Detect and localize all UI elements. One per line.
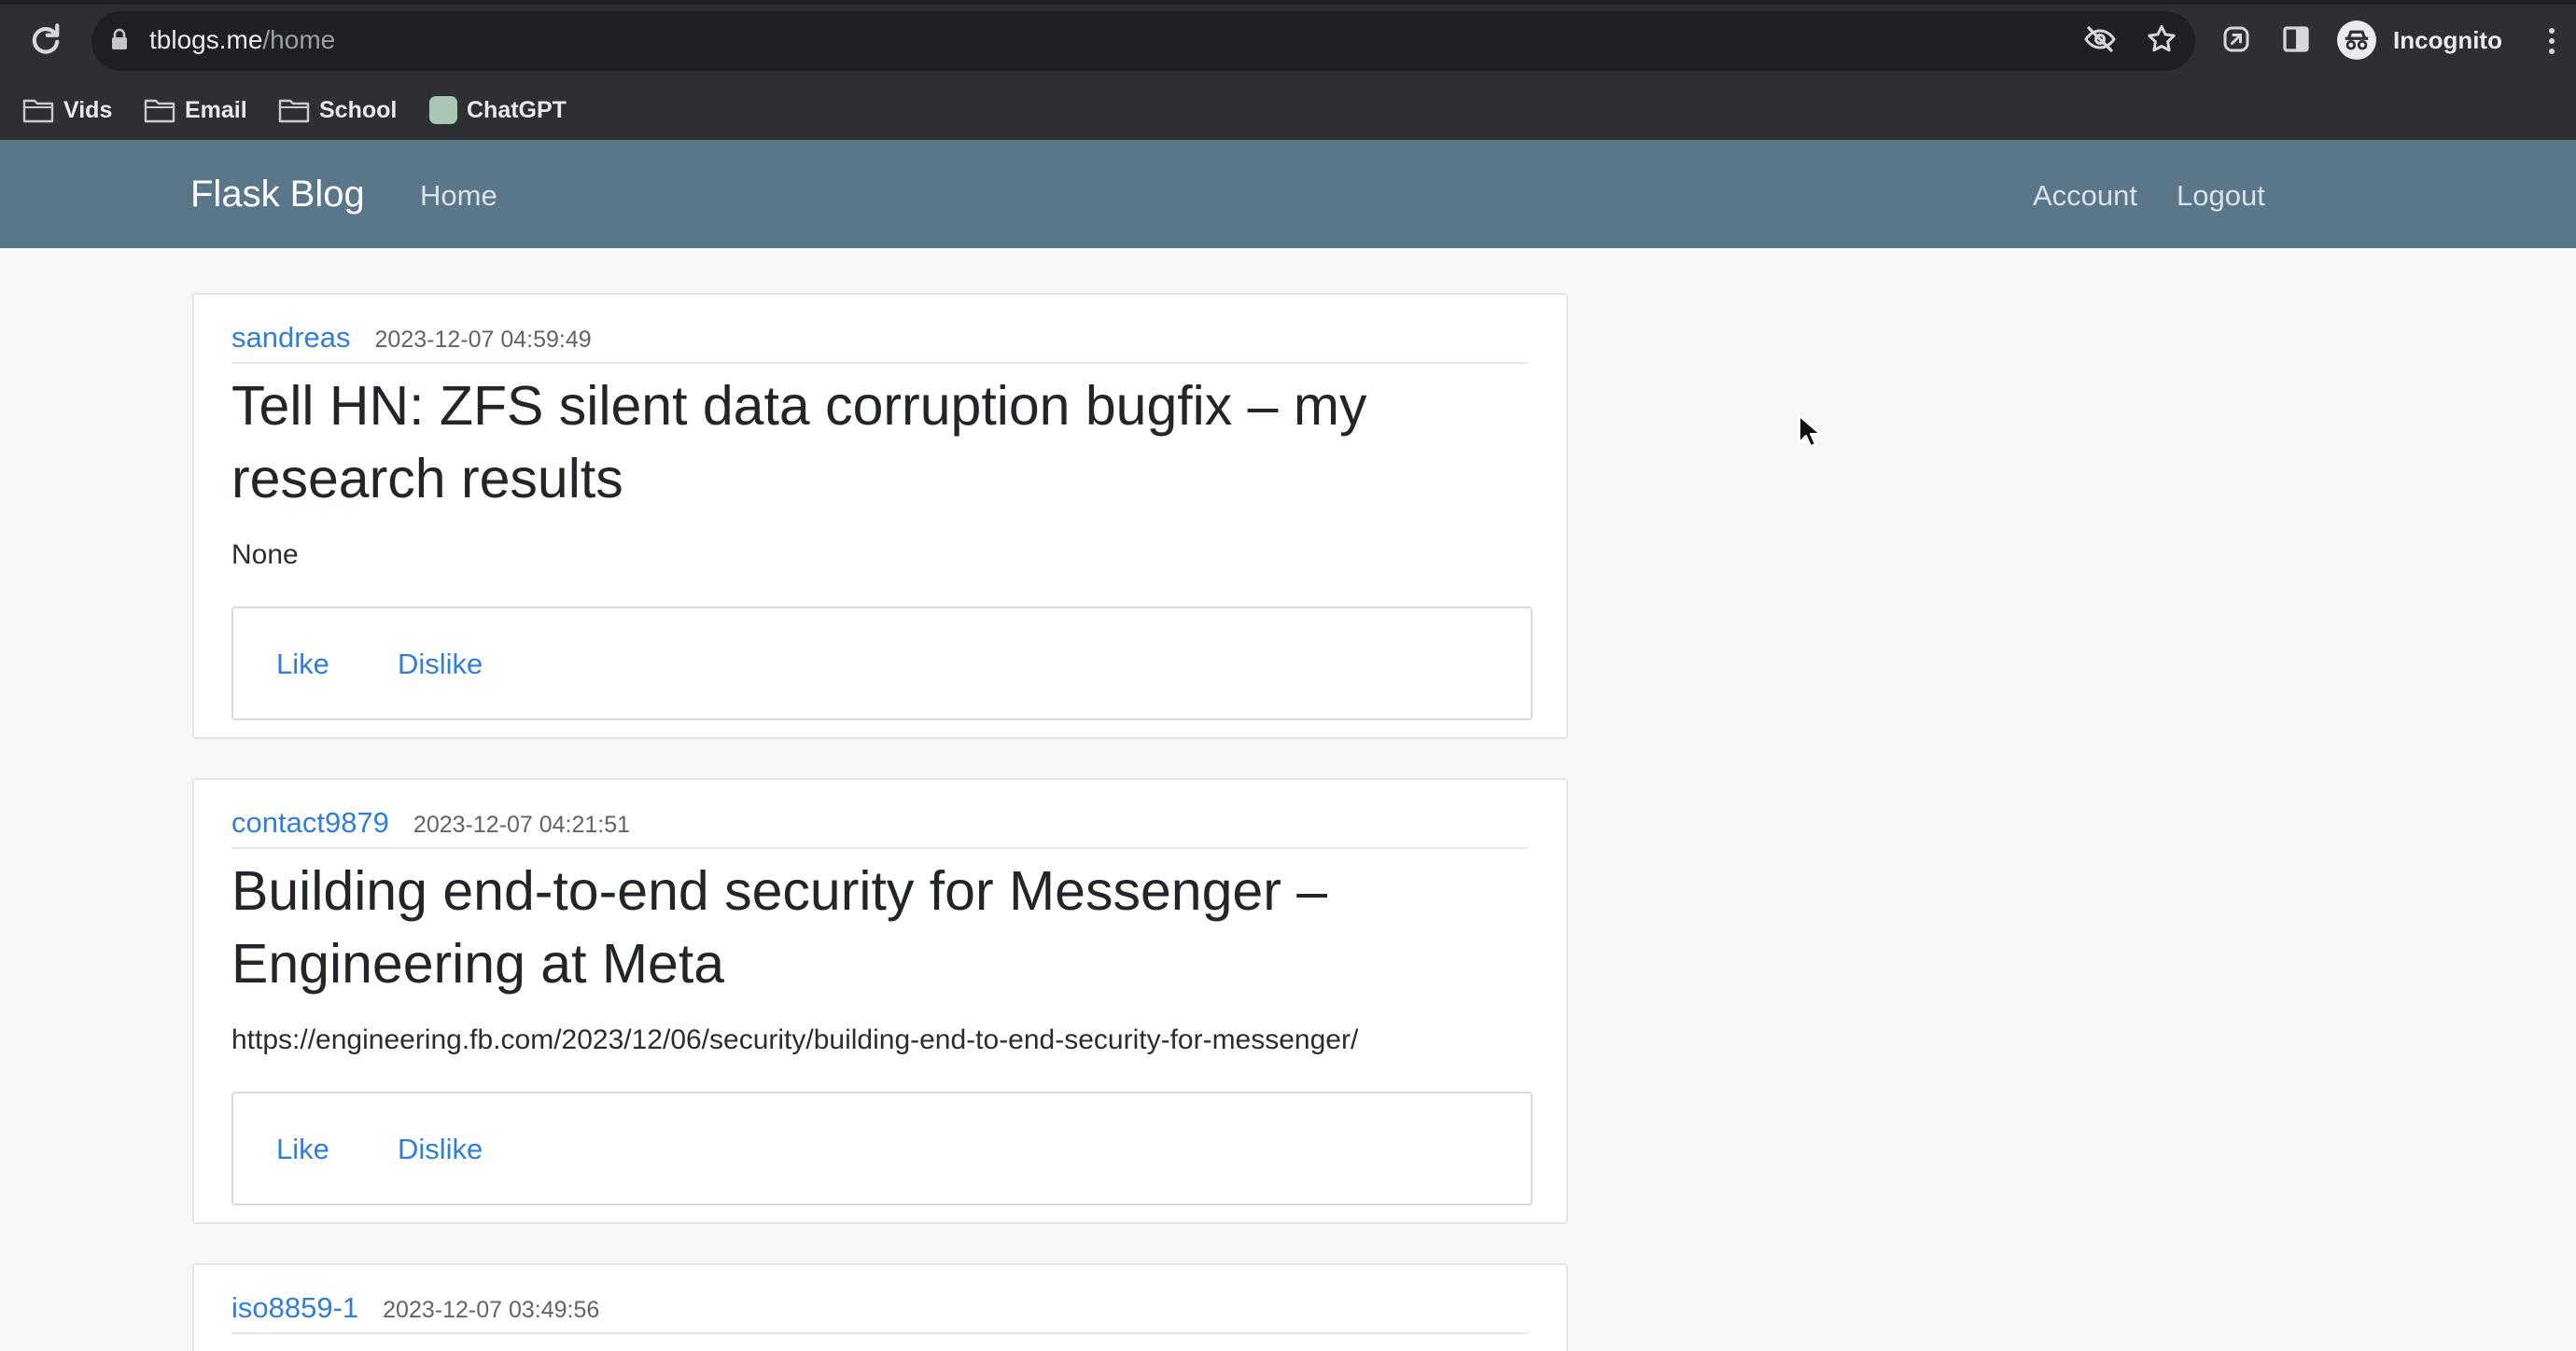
post-meta: iso8859-1 2023-12-07 03:49:56 xyxy=(231,1291,599,1325)
post-title-link[interactable]: Tell HN: ZFS silent data corruption bugf… xyxy=(231,369,1538,515)
bookmark-label: Email xyxy=(185,96,247,123)
dislike-button[interactable]: Dislike xyxy=(398,648,483,681)
eye-off-icon[interactable] xyxy=(2083,22,2117,56)
profile-label[interactable]: Incognito xyxy=(2393,26,2502,55)
bookmarks-bar: Vids Email School ChatGPT xyxy=(0,84,2576,136)
side-panel-icon[interactable] xyxy=(2279,22,2313,56)
bookmark-chatgpt[interactable]: ChatGPT xyxy=(429,91,567,129)
bookmark-label: ChatGPT xyxy=(467,96,567,123)
reload-icon[interactable] xyxy=(26,21,65,60)
divider xyxy=(231,362,1529,364)
post-meta: sandreas 2023-12-07 04:59:49 xyxy=(231,321,592,355)
chatgpt-icon xyxy=(429,96,457,124)
address-bar[interactable] xyxy=(91,11,2195,71)
bookmark-vids[interactable]: Vids xyxy=(22,91,112,129)
folder-icon xyxy=(22,99,54,123)
like-button[interactable]: Like xyxy=(276,648,329,681)
bookmark-label: Vids xyxy=(63,96,113,123)
nav-home-link[interactable]: Home xyxy=(420,179,497,213)
brand-link[interactable]: Flask Blog xyxy=(190,174,365,216)
post-card: sandreas 2023-12-07 04:59:49 Tell HN: ZF… xyxy=(192,293,1568,739)
mouse-cursor-icon xyxy=(1799,415,1820,447)
divider xyxy=(231,1332,1529,1334)
bookmark-label: School xyxy=(319,96,398,123)
post-content: None xyxy=(231,539,299,570)
more-menu-icon[interactable] xyxy=(2546,24,2557,58)
url-path: /home xyxy=(262,25,336,54)
post-author-link[interactable]: contact9879 xyxy=(231,806,389,840)
bookmark-star-icon[interactable] xyxy=(2145,22,2178,56)
lock-icon[interactable] xyxy=(110,28,129,50)
folder-icon xyxy=(278,99,310,123)
post-date: 2023-12-07 03:49:56 xyxy=(383,1297,600,1323)
url-text[interactable]: tblogs.me/home xyxy=(149,25,335,55)
nav-account-link[interactable]: Account xyxy=(2033,179,2137,213)
nav-logout-link[interactable]: Logout xyxy=(2177,179,2265,213)
post-actions: Like Dislike xyxy=(231,606,1533,720)
url-host: tblogs.me xyxy=(149,25,263,54)
bookmark-school[interactable]: School xyxy=(278,91,397,129)
extensions-icon[interactable] xyxy=(2219,22,2253,56)
dislike-button[interactable]: Dislike xyxy=(398,1133,483,1166)
post-author-link[interactable]: sandreas xyxy=(231,321,351,355)
post-date: 2023-12-07 04:21:51 xyxy=(413,812,631,838)
post-author-link[interactable]: iso8859-1 xyxy=(231,1291,358,1325)
post-card: contact9879 2023-12-07 04:21:51 Building… xyxy=(192,778,1568,1224)
folder-icon xyxy=(144,99,175,123)
post-date: 2023-12-07 04:59:49 xyxy=(374,327,592,353)
bookmark-email[interactable]: Email xyxy=(144,91,247,129)
divider xyxy=(231,847,1529,849)
tab-strip-edge xyxy=(0,0,2576,5)
incognito-icon[interactable] xyxy=(2337,21,2376,60)
post-meta: contact9879 2023-12-07 04:21:51 xyxy=(231,806,630,840)
post-card: iso8859-1 2023-12-07 03:49:56 xyxy=(192,1263,1568,1351)
post-title-link[interactable]: Building end-to-end security for Messeng… xyxy=(231,855,1538,1000)
like-button[interactable]: Like xyxy=(276,1133,329,1166)
browser-chrome: tblogs.me/home Incognito Vids Email Scho… xyxy=(0,0,2576,140)
post-actions: Like Dislike xyxy=(231,1092,1533,1205)
post-content-link[interactable]: https://engineering.fb.com/2023/12/06/se… xyxy=(231,1024,1358,1056)
